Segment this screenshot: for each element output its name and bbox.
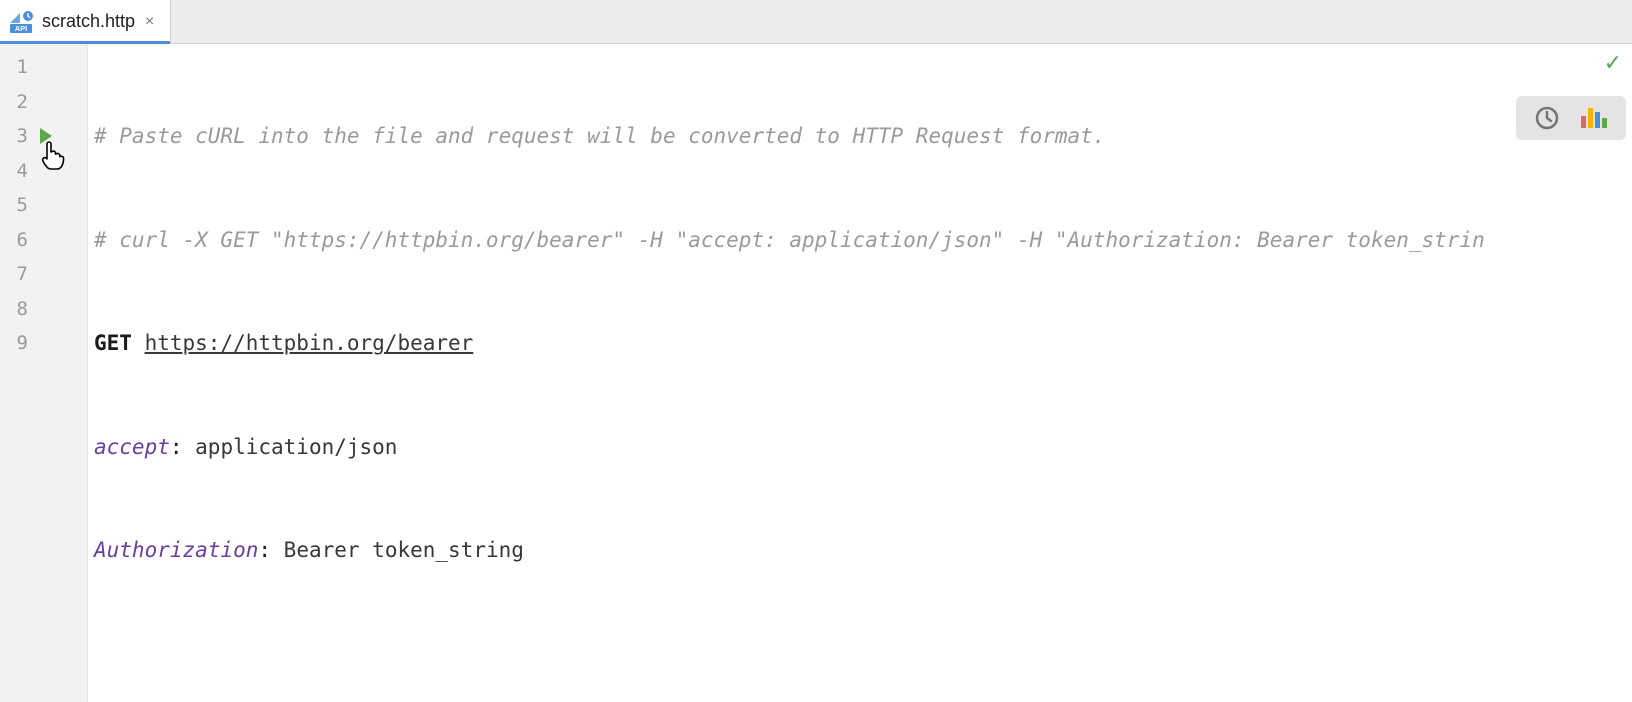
svg-text:API: API — [15, 24, 28, 33]
comment-text: # Paste cURL into the file and request w… — [94, 124, 1105, 148]
line-number: 6 — [6, 229, 28, 251]
gutter-line: 4 — [0, 154, 87, 189]
code-editor[interactable]: 1 2 3 4 5 6 7 8 9 # Paste cURL into the … — [0, 44, 1632, 702]
http-method: GET — [94, 331, 132, 355]
line-number: 4 — [6, 160, 28, 182]
inspections-ok-icon[interactable]: ✓ — [1604, 50, 1622, 76]
line-number: 5 — [6, 194, 28, 216]
header-name: Authorization — [94, 538, 258, 562]
line-number: 9 — [6, 332, 28, 354]
close-tab-icon[interactable]: × — [143, 13, 156, 31]
statistics-icon[interactable] — [1579, 104, 1609, 132]
request-url[interactable]: https://httpbin.org/bearer — [145, 331, 474, 355]
header-value: Bearer token_string — [284, 538, 524, 562]
header-value: application/json — [195, 435, 397, 459]
file-tab-label: scratch.http — [42, 11, 135, 32]
line-number: 2 — [6, 91, 28, 113]
gutter-line: 7 — [0, 257, 87, 292]
gutter-line: 9 — [0, 326, 87, 361]
code-line: GET https://httpbin.org/bearer — [88, 326, 1632, 361]
gutter-line: 8 — [0, 292, 87, 327]
code-line — [88, 637, 1632, 672]
colon: : — [170, 435, 195, 459]
gutter-line: 6 — [0, 223, 87, 258]
run-request-icon[interactable] — [40, 128, 52, 144]
code-line: Authorization: Bearer token_string — [88, 533, 1632, 568]
code-line: # curl -X GET "https://httpbin.org/beare… — [88, 223, 1632, 258]
line-number: 1 — [6, 56, 28, 78]
line-number: 3 — [6, 125, 28, 147]
gutter-line: 5 — [0, 188, 87, 223]
gutter-line: 2 — [0, 85, 87, 120]
line-number: 7 — [6, 263, 28, 285]
colon: : — [258, 538, 283, 562]
api-file-icon: API — [8, 11, 34, 33]
http-client-toolbar — [1516, 96, 1626, 140]
gutter-line: 1 — [0, 50, 87, 85]
editor-tab-bar: API scratch.http × — [0, 0, 1632, 44]
editor-gutter: 1 2 3 4 5 6 7 8 9 — [0, 44, 88, 702]
history-icon[interactable] — [1533, 104, 1561, 132]
gutter-line: 3 — [0, 119, 87, 154]
code-content[interactable]: # Paste cURL into the file and request w… — [88, 44, 1632, 702]
code-line: accept: application/json — [88, 430, 1632, 465]
comment-text: # curl -X GET "https://httpbin.org/beare… — [94, 228, 1485, 252]
file-tab-scratch-http[interactable]: API scratch.http × — [0, 0, 171, 43]
header-name: accept — [94, 435, 170, 459]
line-number: 8 — [6, 298, 28, 320]
code-line: # Paste cURL into the file and request w… — [88, 119, 1632, 154]
